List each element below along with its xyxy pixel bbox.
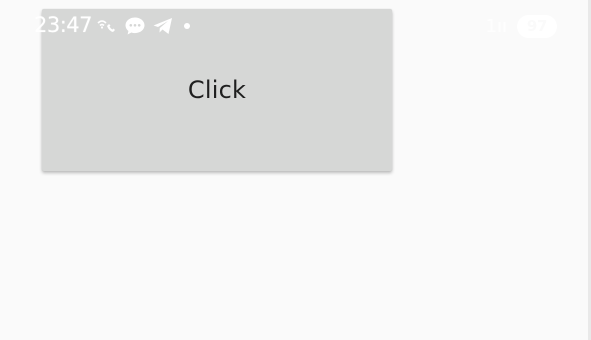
status-right: 1ıı 97 [486, 14, 557, 38]
signal-strength: 1ıı [485, 15, 507, 37]
battery-level: 97 [526, 17, 548, 35]
click-button-label: Click [187, 76, 247, 104]
screen: Click 23:47 1ıı 97 [0, 0, 591, 340]
battery-icon: 97 [517, 14, 557, 38]
click-button[interactable]: Click [42, 9, 392, 171]
